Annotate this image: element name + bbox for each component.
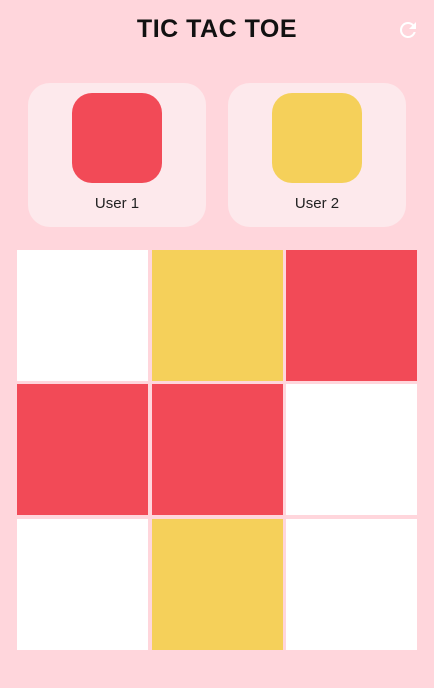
player-1-label: User 1 [94, 195, 140, 212]
refresh-icon[interactable] [396, 18, 420, 42]
board-cell[interactable] [286, 250, 417, 381]
game-board [17, 250, 417, 650]
board-cell[interactable] [286, 519, 417, 650]
board-cell[interactable] [17, 519, 148, 650]
player-card-user-2: User 2 [228, 83, 406, 227]
board-cell[interactable] [152, 519, 283, 650]
board-cell[interactable] [286, 384, 417, 515]
board-cell[interactable] [17, 384, 148, 515]
board-cell[interactable] [152, 384, 283, 515]
board-cell[interactable] [152, 250, 283, 381]
player-2-color-swatch [272, 93, 362, 183]
player-card-user-1: User 1 [28, 83, 206, 227]
player-2-label: User 2 [294, 195, 340, 212]
game-title: TIC TAC TOE [136, 15, 298, 43]
board-cell[interactable] [17, 250, 148, 381]
player-1-color-swatch [72, 93, 162, 183]
